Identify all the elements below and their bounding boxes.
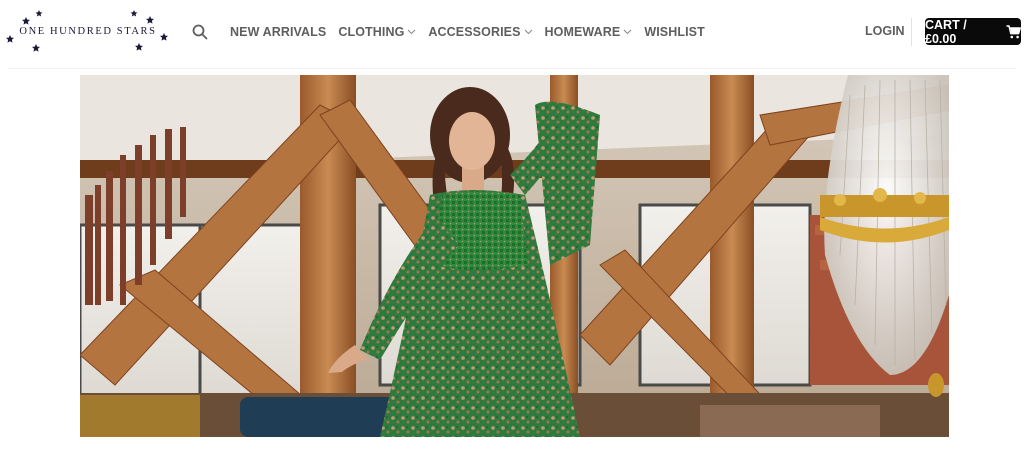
brand-logo[interactable]: ONE HUNDRED STARS <box>6 8 170 54</box>
nav-item-label: HOMEWARE <box>544 25 621 39</box>
hero-image <box>80 75 949 437</box>
chevron-down-icon <box>524 29 533 35</box>
nav-item-label: ACCESSORIES <box>428 25 521 39</box>
login-link[interactable]: LOGIN <box>865 24 905 38</box>
main-nav: NEW ARRIVALS CLOTHING ACCESSORIES HOMEWA… <box>190 20 705 44</box>
nav-item-wishlist[interactable]: WISHLIST <box>644 25 705 39</box>
nav-item-label: WISHLIST <box>644 25 705 39</box>
header-divider <box>911 18 912 46</box>
nav-item-label: NEW ARRIVALS <box>230 25 327 39</box>
nav-item-accessories[interactable]: ACCESSORIES <box>428 25 532 39</box>
nav-item-homeware[interactable]: HOMEWARE <box>545 25 633 39</box>
nav-item-clothing[interactable]: CLOTHING <box>338 25 416 39</box>
cart-button[interactable]: CART / £0.00 <box>925 17 1021 46</box>
header-separator <box>8 68 1016 69</box>
cart-label: CART / £0.00 <box>925 17 967 46</box>
cart-icon <box>1006 24 1021 39</box>
search-icon[interactable] <box>190 22 210 42</box>
site-header: ONE HUNDRED STARS NEW ARRIVALS CLOTHING … <box>0 0 1024 64</box>
nav-item-new-arrivals[interactable]: NEW ARRIVALS <box>230 25 326 39</box>
chevron-down-icon <box>623 29 632 35</box>
nav-item-label: CLOTHING <box>338 25 405 39</box>
hero-banner[interactable] <box>80 75 949 437</box>
chevron-down-icon <box>407 29 416 35</box>
logo-text: ONE HUNDRED STARS <box>19 26 157 37</box>
